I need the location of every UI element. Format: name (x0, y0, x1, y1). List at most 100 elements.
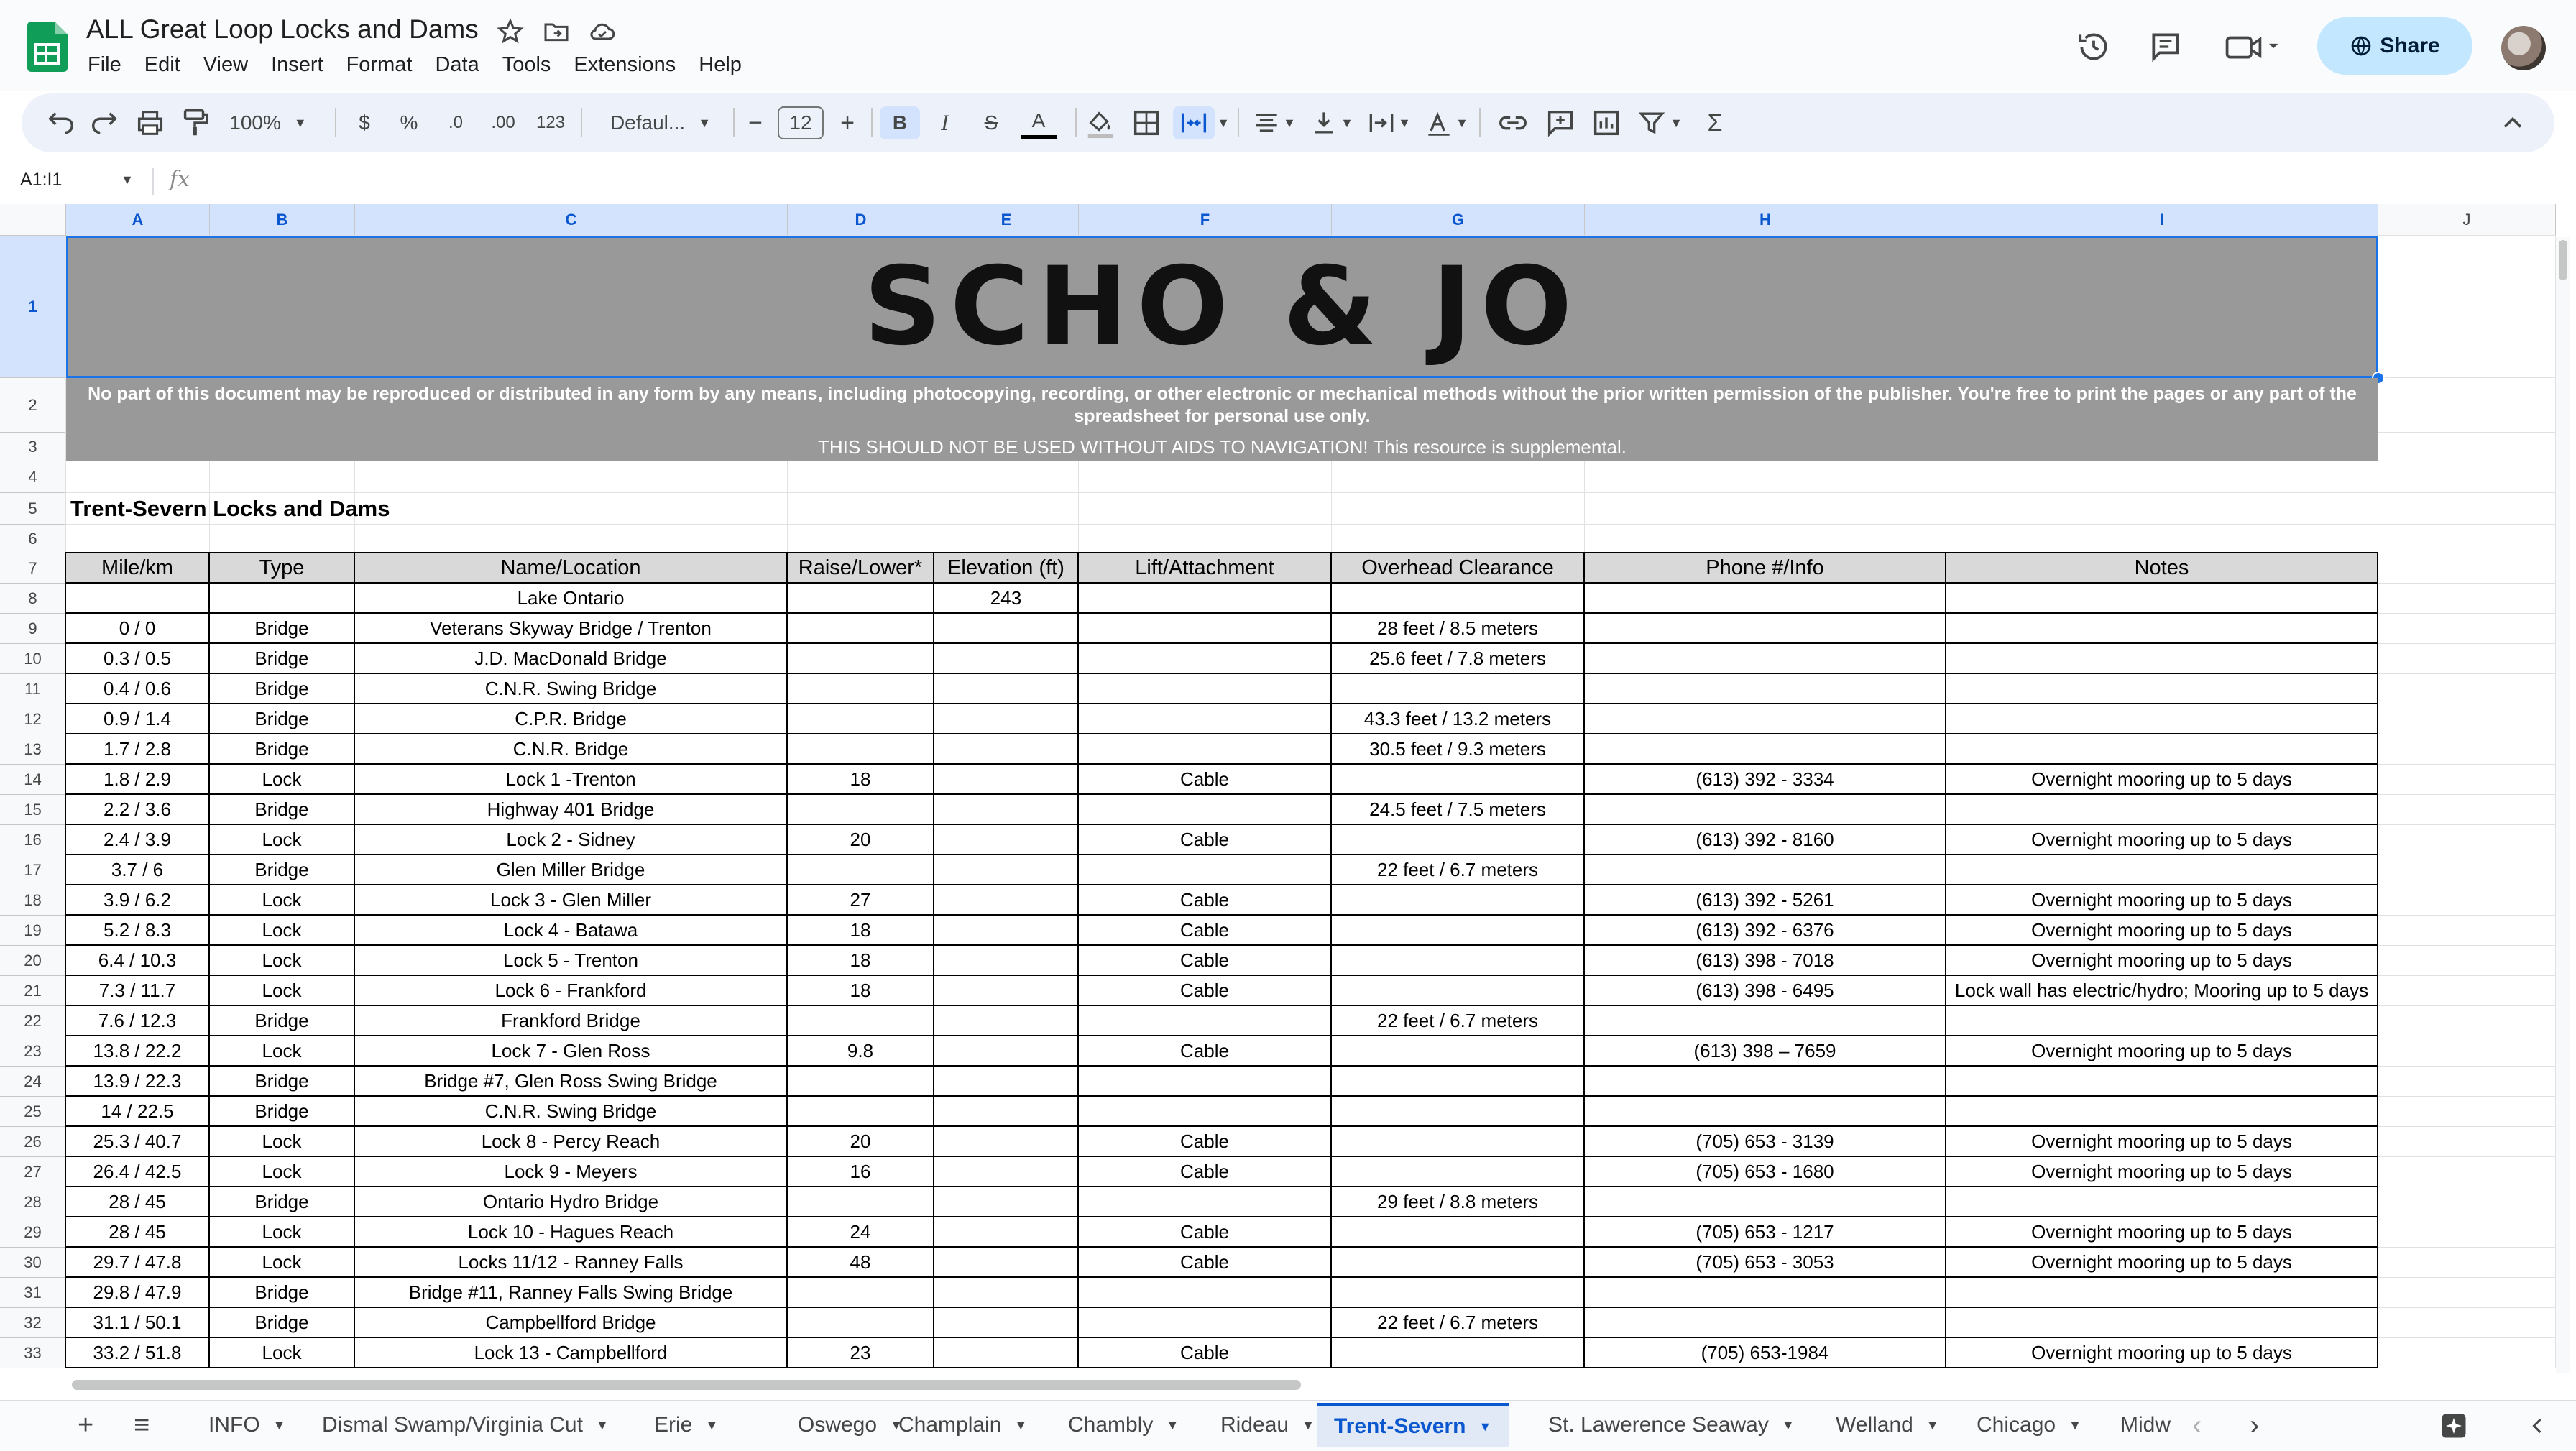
table-cell[interactable] (1946, 795, 2378, 825)
table-cell[interactable]: Overnight mooring up to 5 days (1946, 1157, 2378, 1187)
vertical-align-icon[interactable] (1308, 106, 1340, 139)
table-cell[interactable]: 18 (788, 765, 934, 795)
comments-icon[interactable] (2148, 29, 2184, 65)
table-cell[interactable]: Lock 4 - Batawa (355, 916, 788, 946)
table-cell[interactable]: Lock 3 - Glen Miller (355, 885, 788, 916)
table-cell[interactable] (1946, 1308, 2378, 1338)
table-cell[interactable]: 24.5 feet / 7.5 meters (1332, 795, 1585, 825)
table-cell[interactable] (1946, 1097, 2378, 1127)
table-cell[interactable] (1946, 855, 2378, 885)
table-cell[interactable]: Cable (1079, 976, 1332, 1006)
table-cell[interactable] (1585, 1067, 1946, 1097)
table-cell[interactable]: (613) 392 - 6376 (1585, 916, 1946, 946)
table-cell[interactable] (1332, 976, 1585, 1006)
rotation-dropdown-icon[interactable]: ▼ (1455, 106, 1469, 139)
table-cell[interactable]: 0.4 / 0.6 (66, 674, 210, 704)
font-select[interactable]: Defaul... ▼ (599, 106, 722, 139)
history-icon[interactable] (2076, 29, 2112, 65)
row-header-29[interactable]: 29 (0, 1217, 66, 1248)
table-cell[interactable] (788, 1067, 934, 1097)
table-cell[interactable] (934, 1157, 1079, 1187)
table-cell[interactable]: Overnight mooring up to 5 days (1946, 946, 2378, 976)
tab-st-lawerence-seaway[interactable]: St. Lawerence Seaway ▼ (1548, 1403, 1795, 1447)
row-header-15[interactable]: 15 (0, 795, 66, 825)
table-cell[interactable]: 33.2 / 51.8 (66, 1338, 210, 1368)
row-header-23[interactable]: 23 (0, 1036, 66, 1067)
table-cell[interactable]: 6.4 / 10.3 (66, 946, 210, 976)
table-cell[interactable]: Overnight mooring up to 5 days (1946, 765, 2378, 795)
table-cell[interactable] (788, 1308, 934, 1338)
row-header-33[interactable]: 33 (0, 1338, 66, 1368)
table-cell[interactable] (1079, 704, 1332, 734)
table-cell[interactable] (934, 1036, 1079, 1067)
cloud-status-icon[interactable] (588, 17, 617, 46)
table-cell[interactable]: Locks 11/12 - Ranney Falls (355, 1248, 788, 1278)
table-cell[interactable] (934, 1248, 1079, 1278)
table-cell[interactable]: (705) 653 - 1680 (1585, 1157, 1946, 1187)
row-header-24[interactable]: 24 (0, 1067, 66, 1097)
table-cell[interactable]: Overnight mooring up to 5 days (1946, 1217, 2378, 1248)
star-icon[interactable] (496, 17, 525, 46)
table-cell[interactable] (934, 674, 1079, 704)
row-header-9[interactable]: 9 (0, 614, 66, 644)
tab-chicago[interactable]: Chicago ▼ (1977, 1403, 2082, 1447)
collapse-side-panel-icon[interactable] (2524, 1413, 2550, 1439)
row-header-20[interactable]: 20 (0, 946, 66, 976)
table-cell[interactable]: C.N.R. Swing Bridge (355, 1097, 788, 1127)
table-cell[interactable] (1332, 1036, 1585, 1067)
table-cell[interactable] (788, 1278, 934, 1308)
table-cell[interactable]: Veterans Skyway Bridge / Trenton (355, 614, 788, 644)
table-cell[interactable]: Lock wall has electric/hydro; Mooring up… (1946, 976, 2378, 1006)
table-cell[interactable]: 28 feet / 8.5 meters (1332, 614, 1585, 644)
horizontal-align-icon[interactable] (1251, 106, 1282, 139)
table-cell[interactable]: (705) 653 - 1217 (1585, 1217, 1946, 1248)
table-cell[interactable] (1946, 1067, 2378, 1097)
table-cell[interactable] (788, 674, 934, 704)
row-header-10[interactable]: 10 (0, 644, 66, 674)
table-cell[interactable]: Cable (1079, 765, 1332, 795)
table-cell[interactable]: 3.7 / 6 (66, 855, 210, 885)
table-cell[interactable] (1079, 584, 1332, 614)
all-sheets-button[interactable]: ≡ (134, 1403, 150, 1447)
menu-format[interactable]: Format (346, 53, 413, 77)
table-cell[interactable]: Lock (210, 1157, 355, 1187)
merge-cells-icon[interactable] (1173, 106, 1215, 139)
table-cell[interactable] (934, 1006, 1079, 1036)
table-cell[interactable] (934, 1278, 1079, 1308)
tab-scroll-right-button[interactable]: › (2250, 1403, 2259, 1447)
column-header-a[interactable]: A (66, 204, 210, 236)
menu-extensions[interactable]: Extensions (574, 53, 676, 77)
table-cell[interactable]: Overnight mooring up to 5 days (1946, 885, 2378, 916)
table-cell[interactable]: 0.9 / 1.4 (66, 704, 210, 734)
table-cell[interactable]: Cable (1079, 885, 1332, 916)
explore-icon[interactable] (2438, 1410, 2470, 1442)
table-cell[interactable] (1079, 734, 1332, 765)
table-cell[interactable]: 26.4 / 42.5 (66, 1157, 210, 1187)
font-size-increase-button[interactable]: + (835, 106, 860, 139)
row-header-26[interactable]: 26 (0, 1127, 66, 1157)
bold-button[interactable]: B (880, 106, 920, 139)
row-header-11[interactable]: 11 (0, 674, 66, 704)
tab-trent-severn[interactable]: Trent-Severn ▼ (1317, 1403, 1509, 1447)
table-cell[interactable]: 1.8 / 2.9 (66, 765, 210, 795)
menu-data[interactable]: Data (435, 53, 479, 77)
table-cell[interactable] (1332, 1097, 1585, 1127)
tab-scroll-left-button[interactable]: ‹ (2192, 1403, 2202, 1447)
table-cell[interactable]: 9.8 (788, 1036, 934, 1067)
table-cell[interactable]: Lock 6 - Frankford (355, 976, 788, 1006)
table-cell[interactable]: 20 (788, 825, 934, 855)
row-header-17[interactable]: 17 (0, 855, 66, 885)
table-cell[interactable]: (613) 398 - 6495 (1585, 976, 1946, 1006)
table-cell[interactable] (1946, 704, 2378, 734)
table-cell[interactable]: Lake Ontario (355, 584, 788, 614)
table-cell[interactable]: Lock (210, 825, 355, 855)
table-cell[interactable]: 27 (788, 885, 934, 916)
table-cell[interactable] (1585, 704, 1946, 734)
menu-file[interactable]: File (88, 53, 121, 77)
wrap-dropdown-icon[interactable]: ▼ (1397, 106, 1412, 139)
table-cell[interactable]: Bridge (210, 644, 355, 674)
text-color-button[interactable]: A (1021, 106, 1057, 139)
table-cell[interactable]: 243 (934, 584, 1079, 614)
table-cell[interactable] (1332, 825, 1585, 855)
tab-welland[interactable]: Welland ▼ (1836, 1403, 1939, 1447)
